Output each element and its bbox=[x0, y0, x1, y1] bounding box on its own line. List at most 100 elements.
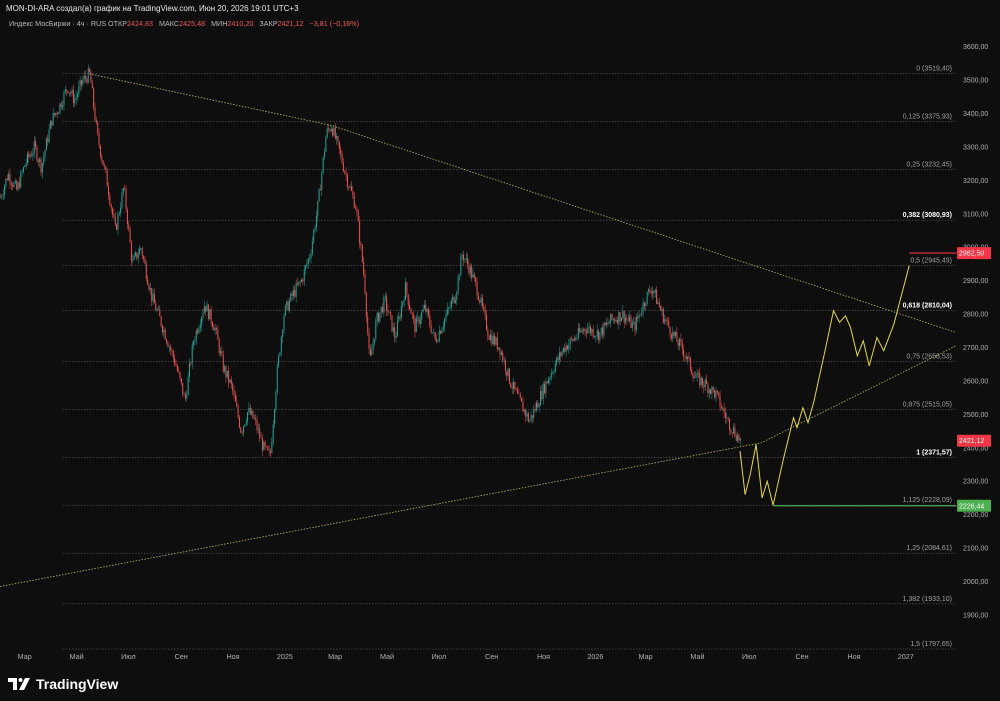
candle-body bbox=[122, 188, 124, 193]
candle-body bbox=[425, 304, 427, 312]
candle-body bbox=[525, 409, 527, 417]
candle-body bbox=[696, 373, 698, 378]
candle-body bbox=[396, 320, 398, 337]
candle-body bbox=[39, 158, 41, 162]
candle-body bbox=[603, 322, 605, 336]
candle-body bbox=[660, 306, 662, 311]
candle-body bbox=[486, 314, 487, 330]
candle-body bbox=[594, 336, 595, 337]
candle-body bbox=[211, 322, 213, 328]
candle-body bbox=[670, 335, 672, 339]
candle-body bbox=[356, 208, 358, 212]
candle-body bbox=[225, 366, 227, 378]
candle-body bbox=[641, 312, 643, 315]
candle-body bbox=[91, 82, 93, 89]
candle-body bbox=[280, 336, 282, 353]
candle-body bbox=[668, 320, 670, 328]
candle-body bbox=[22, 167, 24, 172]
candle-body bbox=[502, 352, 504, 361]
candle-body bbox=[703, 384, 705, 388]
candle-body bbox=[275, 391, 277, 410]
candle-body bbox=[167, 342, 169, 347]
time-tick-label: Ноя bbox=[226, 652, 239, 661]
candle-body bbox=[121, 192, 123, 208]
candle-body bbox=[583, 328, 585, 332]
candle-body bbox=[417, 316, 419, 318]
candle-body bbox=[255, 418, 257, 420]
candle-body bbox=[145, 263, 147, 279]
candle-body bbox=[611, 313, 613, 320]
candle-body bbox=[652, 290, 654, 294]
candle-body bbox=[59, 103, 61, 113]
candle-body bbox=[71, 89, 73, 94]
tradingview-brand[interactable]: TradingView bbox=[8, 676, 118, 692]
candle-body bbox=[444, 318, 446, 327]
candle-body bbox=[546, 381, 548, 384]
candle-body bbox=[405, 282, 406, 300]
candle-body bbox=[21, 171, 23, 173]
candle-body bbox=[692, 373, 694, 379]
candle-body bbox=[662, 309, 664, 323]
candle-body bbox=[130, 242, 132, 261]
candle-body bbox=[452, 296, 454, 301]
candle-body bbox=[152, 293, 154, 301]
fib-level-label: 1,25 (2084,61) bbox=[906, 545, 952, 552]
candle-body bbox=[418, 316, 420, 324]
candle-body bbox=[126, 209, 128, 225]
candle-body bbox=[568, 344, 570, 350]
candle-body bbox=[714, 389, 716, 398]
candle-body bbox=[537, 402, 539, 408]
candle-body bbox=[106, 170, 108, 187]
candle-body bbox=[456, 291, 458, 301]
price-tick-label: 2500,00 bbox=[963, 412, 988, 419]
candle-body bbox=[441, 329, 443, 334]
change-value: −3,81 (−0,16%) bbox=[309, 19, 360, 28]
candle-body bbox=[550, 373, 552, 378]
candle-body bbox=[4, 185, 6, 195]
fib-level-label: 0,382 (3080,93) bbox=[903, 212, 952, 219]
candle-body bbox=[604, 322, 606, 325]
candle-body bbox=[135, 252, 136, 256]
candle-body bbox=[687, 356, 689, 359]
fib-level-label: 0 (3519,40) bbox=[916, 66, 952, 73]
candle-body bbox=[268, 449, 270, 452]
candle-body bbox=[450, 300, 452, 308]
candle-body bbox=[378, 312, 379, 322]
symbol-name[interactable]: Индекс МосБиржи · 4ч · RUS bbox=[9, 19, 106, 28]
candle-body bbox=[724, 412, 726, 418]
current-price-label: 2421,12 bbox=[959, 438, 984, 445]
candle-body bbox=[413, 314, 415, 319]
candle-body bbox=[712, 386, 714, 390]
candle-body bbox=[340, 149, 342, 154]
candle-body bbox=[143, 256, 145, 259]
candle-body bbox=[322, 157, 324, 173]
candle-body bbox=[174, 357, 176, 365]
candle-body bbox=[616, 320, 618, 324]
candle-body bbox=[562, 347, 564, 352]
candle-body bbox=[510, 383, 512, 388]
candle-body bbox=[734, 427, 736, 437]
candle-body bbox=[726, 417, 728, 419]
candle-body bbox=[124, 188, 126, 189]
candle-body bbox=[411, 313, 413, 315]
time-tick-label: Мар bbox=[639, 652, 653, 661]
candle-body bbox=[105, 166, 107, 171]
candle-body bbox=[271, 441, 273, 453]
candle-body bbox=[332, 128, 334, 136]
candle-body bbox=[730, 430, 732, 433]
candle-body bbox=[353, 195, 355, 208]
price-tick-label: 2100,00 bbox=[963, 546, 988, 553]
candle-body bbox=[402, 301, 404, 306]
candle-body bbox=[189, 363, 190, 377]
candle-body bbox=[398, 316, 400, 321]
candle-body bbox=[184, 394, 186, 399]
candle-body bbox=[86, 78, 88, 83]
candle-body bbox=[491, 334, 493, 345]
candle-body bbox=[260, 437, 262, 439]
open-label: ОТКР bbox=[108, 19, 128, 28]
candle-body bbox=[554, 363, 556, 372]
candle-body bbox=[168, 346, 170, 348]
candle-body bbox=[719, 395, 721, 407]
price-chart[interactable]: 1900,002000,002100,002200,002300,002400,… bbox=[0, 0, 1000, 701]
candle-body bbox=[523, 409, 525, 412]
